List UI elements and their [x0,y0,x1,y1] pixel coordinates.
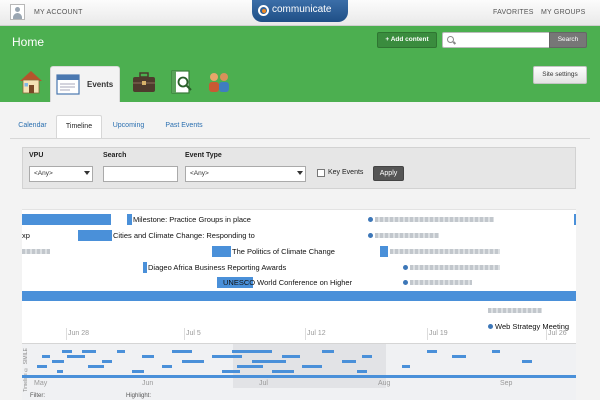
search-label: Search [103,152,127,159]
event-bar[interactable] [78,230,112,241]
overview-tick: Aug [378,380,391,387]
top-bar: MY ACCOUNT communicate FAVORITES MY GROU… [0,0,600,26]
event-label[interactable]: UNESCO World Conference on Higher [223,277,352,288]
key-events-checkbox[interactable] [317,169,325,177]
favorites-link[interactable]: FAVORITES [493,9,534,16]
timeline-view[interactable]: Milestone: Practice Groups in place xp C… [22,209,576,400]
event-label-redacted [410,280,472,285]
event-label[interactable]: xp [22,230,30,241]
search-input[interactable] [442,32,550,48]
tab-upcoming[interactable]: Upcoming [105,115,152,138]
tick-label: Jul 26 [548,330,567,337]
event-type-select-value: <Any> [190,170,209,177]
tab-divider [10,138,590,139]
tick-label: Jul 12 [307,330,326,337]
home-icon[interactable] [17,68,45,96]
vpu-select-value: <Any> [34,170,53,177]
event-label-redacted [22,249,50,254]
event-label-redacted [410,265,500,270]
search-field[interactable] [103,166,178,182]
apply-button[interactable]: Apply [373,166,404,181]
filter-form: VPU <Any> Search Event Type <Any> Key Ev… [22,147,576,189]
event-label[interactable]: Cities and Climate Change: Responding to [113,230,255,241]
communicate-logo[interactable]: communicate [252,0,348,22]
overview-tick: Jun [142,380,154,387]
event-dot[interactable] [368,233,373,238]
site-settings-button[interactable]: Site settings [533,66,587,84]
briefcase-icon[interactable] [130,68,158,96]
overview-band [22,375,576,378]
event-bar[interactable] [212,246,231,257]
event-bar[interactable] [127,214,132,225]
overview-tick: Sep [500,380,513,387]
event-label-redacted [488,308,542,313]
add-content-button[interactable]: + Add content [377,32,437,48]
event-bar[interactable] [143,262,147,273]
event-label-redacted [390,249,500,254]
chevron-down-icon [84,171,90,175]
event-type-label: Event Type [185,152,222,159]
search-icon [447,36,454,43]
event-label-redacted [375,217,494,222]
event-bar[interactable] [574,214,576,225]
events-tab-label: Events [87,80,114,89]
filter-label: Filter: [30,393,45,399]
event-label[interactable]: Diageo Africa Business Reporting Awards [148,262,286,273]
event-dot[interactable] [368,217,373,222]
my-account-link[interactable]: MY ACCOUNT [34,9,83,16]
content-panel: Calendar Timeline Upcoming Past Events V… [0,102,600,400]
tab-calendar[interactable]: Calendar [10,115,55,138]
event-bar[interactable] [22,214,111,225]
logo-text: communicate [272,4,332,15]
tick-label: Jul 19 [429,330,448,337]
timeline-overview[interactable]: Timeline © SIMILE May Jun Jul Aug Sep [22,343,576,400]
vpu-label: VPU [29,152,44,159]
tick-label: Jun 28 [68,330,90,337]
search-document-icon[interactable] [168,68,196,96]
overview-caption: Timeline © SIMILE [23,348,29,392]
tick-label: Jul 5 [186,330,201,337]
timeline-axis: Jun 28 Jul 5 Jul 12 Jul 19 Jul 26 [22,328,576,342]
highlight-label: Highlight: [126,393,152,399]
event-label-redacted [375,233,439,238]
search-button[interactable]: Search [549,32,587,48]
header: Home + Add content Search Events Site se… [0,26,600,106]
chevron-down-icon [297,171,303,175]
event-label[interactable]: Milestone: Practice Groups in place [133,214,251,225]
tab-timeline[interactable]: Timeline [56,115,102,138]
event-bar[interactable] [380,246,388,257]
events-icon[interactable] [55,72,81,96]
overview-tick: May [34,380,48,387]
event-dot[interactable] [403,265,408,270]
overview-tick: Jul [259,380,268,387]
event-type-select[interactable]: <Any> [185,166,306,182]
event-label[interactable]: The Politics of Climate Change [232,246,335,257]
people-icon[interactable] [205,68,233,96]
key-events-label: Key Events [328,169,364,176]
my-groups-link[interactable]: MY GROUPS [541,9,585,16]
event-dot[interactable] [403,280,408,285]
vpu-select[interactable]: <Any> [29,166,93,182]
app-root: MY ACCOUNT communicate FAVORITES MY GROU… [0,0,600,400]
avatar-icon[interactable] [10,4,25,20]
tab-past-events[interactable]: Past Events [156,115,212,138]
page-title: Home [12,35,45,49]
event-band[interactable] [22,291,576,301]
